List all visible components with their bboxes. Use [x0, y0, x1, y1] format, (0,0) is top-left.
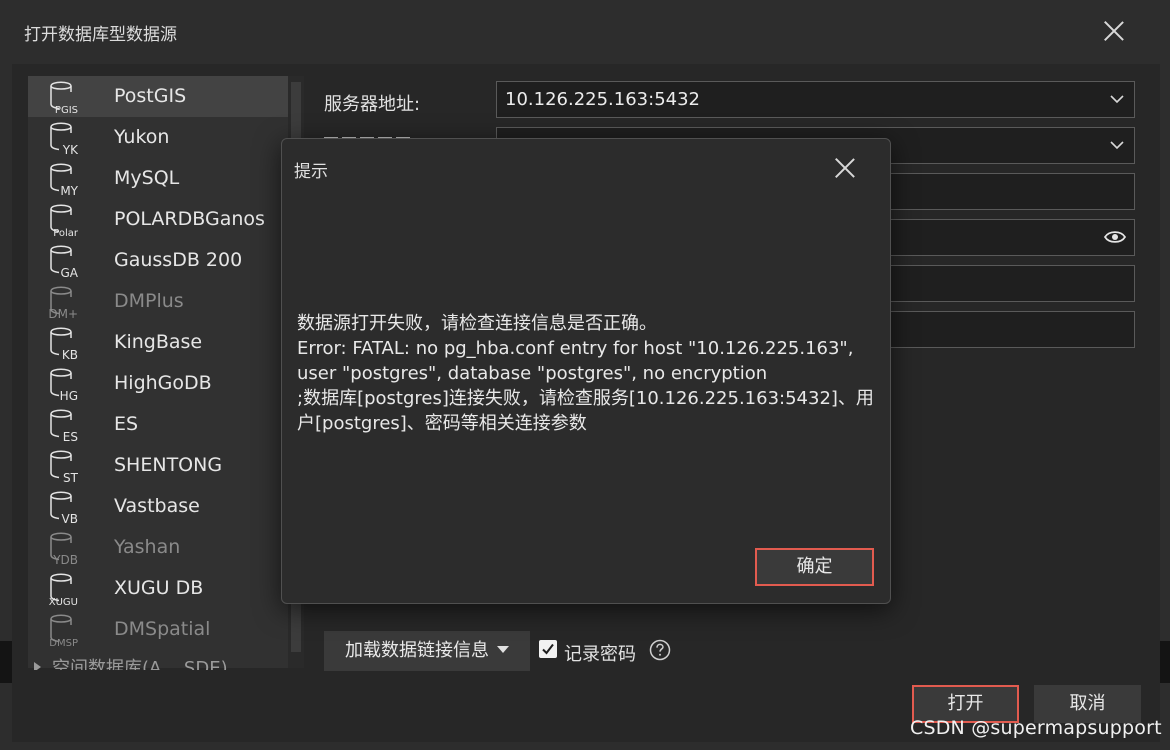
sidebar-item-label: ES	[114, 413, 139, 435]
background-app-edge	[0, 641, 12, 683]
expand-arrow-icon	[34, 662, 41, 670]
error-message-line: 户[postgres]、密码等相关连接参数	[297, 413, 587, 434]
error-message-line: Error: FATAL: no pg_hba.conf entry for h…	[297, 338, 854, 359]
sidebar-item-label: SHENTONG	[114, 454, 223, 476]
eye-icon[interactable]	[1104, 229, 1126, 245]
sidebar-item-label: KingBase	[114, 331, 203, 353]
sidebar-item-label: Yukon	[114, 126, 170, 148]
database-icon: Polar	[50, 204, 78, 238]
database-icon: YDB	[50, 532, 78, 566]
sidebar-item-label: 空间数据库(A... SDE)	[52, 658, 228, 670]
sidebar-item-label: HighGoDB	[114, 372, 212, 394]
database-icon: ST	[50, 450, 78, 484]
chevron-down-icon	[1110, 95, 1124, 104]
window-title: 打开数据库型数据源	[24, 25, 177, 45]
server-address-label: 服务器地址:	[324, 94, 421, 115]
database-icon: DM+	[48, 286, 78, 320]
database-icon: ES	[50, 409, 78, 443]
database-icon-code: YDB	[52, 553, 78, 566]
window-close-icon[interactable]	[1102, 19, 1126, 43]
dialog-title: 提示	[294, 162, 328, 182]
database-icon: XUGU	[49, 573, 78, 607]
error-message-line: 数据源打开失败，请检查连接信息是否正确。	[297, 313, 657, 334]
database-icon-code: DM+	[48, 307, 78, 320]
error-prompt-dialog: 提示 数据源打开失败，请检查连接信息是否正确。 Error: FATAL: no…	[281, 138, 891, 604]
database-icon: GA	[50, 245, 78, 279]
database-icon-code: PGIS	[55, 105, 78, 115]
sidebar-item-label: Yashan	[114, 536, 181, 558]
database-icon: KB	[50, 327, 78, 361]
database-icon: YK	[50, 122, 78, 156]
sidebar-item-label: POLARDBGanos	[114, 208, 265, 230]
remember-password-label: 记录密码	[564, 644, 636, 665]
database-icon: HG	[50, 368, 78, 402]
load-connection-info-label: 加载数据链接信息	[345, 640, 489, 661]
help-icon[interactable]	[649, 639, 671, 661]
dialog-close-icon[interactable]	[833, 156, 857, 180]
database-icon-code: ST	[63, 471, 78, 484]
database-icon-code: DMSP	[49, 638, 78, 648]
database-icon-code: ES	[63, 430, 78, 443]
check-icon	[542, 643, 554, 655]
ok-button[interactable]: 确定	[755, 548, 874, 586]
sidebar-item-partial[interactable]: 空间数据库(A... SDE)	[34, 658, 284, 670]
database-icon: DMSP	[49, 614, 78, 648]
database-icon-code: KB	[62, 348, 78, 361]
database-icon-code: GA	[60, 266, 78, 279]
database-icon: MY	[50, 163, 78, 197]
open-database-datasource-window: 打开数据库型数据源 PGIS PostGIS YK Yukon MY MySQL Polar…	[0, 0, 1170, 750]
chevron-down-icon	[1110, 141, 1124, 150]
database-icon-code: YK	[62, 143, 78, 156]
database-icon-code: VB	[62, 512, 78, 525]
server-address-value: 10.126.225.163:5432	[505, 89, 701, 110]
error-message: 数据源打开失败，请检查连接信息是否正确。 Error: FATAL: no pg…	[297, 311, 877, 436]
sidebar-item-label: MySQL	[114, 167, 180, 189]
database-icon: PGIS	[50, 81, 78, 115]
sidebar-item-label: Vastbase	[114, 495, 200, 517]
background-app-edge	[1160, 641, 1170, 683]
watermark: CSDN @supermapsupport	[910, 717, 1162, 739]
database-icon: VB	[50, 491, 78, 525]
sidebar-item-label: DMPlus	[114, 290, 184, 312]
database-icon-code: Polar	[53, 228, 78, 238]
error-message-line: ;数据库[postgres]连接失败，请检查服务[10.126.225.163:…	[297, 388, 874, 409]
error-message-line: user "postgres", database "postgres", no…	[297, 363, 768, 384]
database-icon-code: HG	[60, 389, 78, 402]
sidebar-item-label: PostGIS	[114, 85, 187, 107]
database-icon-code: XUGU	[49, 597, 78, 607]
load-connection-info-button[interactable]: 加载数据链接信息	[324, 631, 530, 671]
sidebar-item-label: XUGU DB	[114, 577, 204, 599]
sidebar-item-label: DMSpatial	[114, 618, 211, 640]
remember-password-checkbox[interactable]	[539, 640, 557, 658]
database-icon-code: MY	[60, 184, 78, 197]
dropdown-caret-icon	[497, 646, 509, 653]
server-address-combobox[interactable]: 10.126.225.163:5432	[496, 81, 1135, 118]
sidebar-item-label: GaussDB 200	[114, 249, 243, 271]
